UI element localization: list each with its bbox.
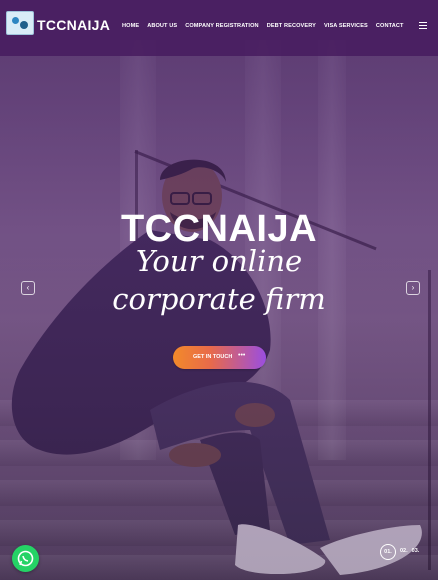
nav-item-debt-recovery[interactable]: DEBT RECOVERY <box>267 23 316 29</box>
button-dots: ••• <box>238 352 246 359</box>
slide-page-1[interactable]: 01. <box>380 544 396 560</box>
hero-tagline-line2: corporate firm <box>112 282 326 316</box>
top-navigation: TCCNAIJA HOME ABOUT US COMPANY REGISTRAT… <box>0 0 438 56</box>
chevron-right-icon[interactable]: › <box>406 281 420 295</box>
main-menu: HOME ABOUT US COMPANY REGISTRATION DEBT … <box>122 23 404 29</box>
slide-page-2[interactable]: 02. <box>400 548 408 560</box>
logo-icon[interactable] <box>6 11 34 35</box>
nav-item-home[interactable]: HOME <box>122 23 139 29</box>
get-in-touch-label: GET IN TOUCH <box>193 354 233 360</box>
nav-item-visa-services[interactable]: VISA SERVICES <box>324 23 368 29</box>
whatsapp-icon[interactable] <box>12 545 39 572</box>
slide-page-3[interactable]: 03. <box>412 548 420 560</box>
nav-item-contact[interactable]: CONTACT <box>376 23 404 29</box>
slider-pagination: 01. 02. 03. <box>380 544 420 560</box>
nav-item-company-registration[interactable]: COMPANY REGISTRATION <box>185 23 258 29</box>
hamburger-menu-icon[interactable] <box>419 22 427 29</box>
chevron-left-icon[interactable]: ‹ <box>21 281 35 295</box>
hero-tagline-line1: Your online <box>135 244 303 278</box>
nav-item-about-us[interactable]: ABOUT US <box>147 23 177 29</box>
brand-name[interactable]: TCCNAIJA <box>37 17 110 33</box>
get-in-touch-button[interactable]: GET IN TOUCH ••• <box>173 346 266 369</box>
